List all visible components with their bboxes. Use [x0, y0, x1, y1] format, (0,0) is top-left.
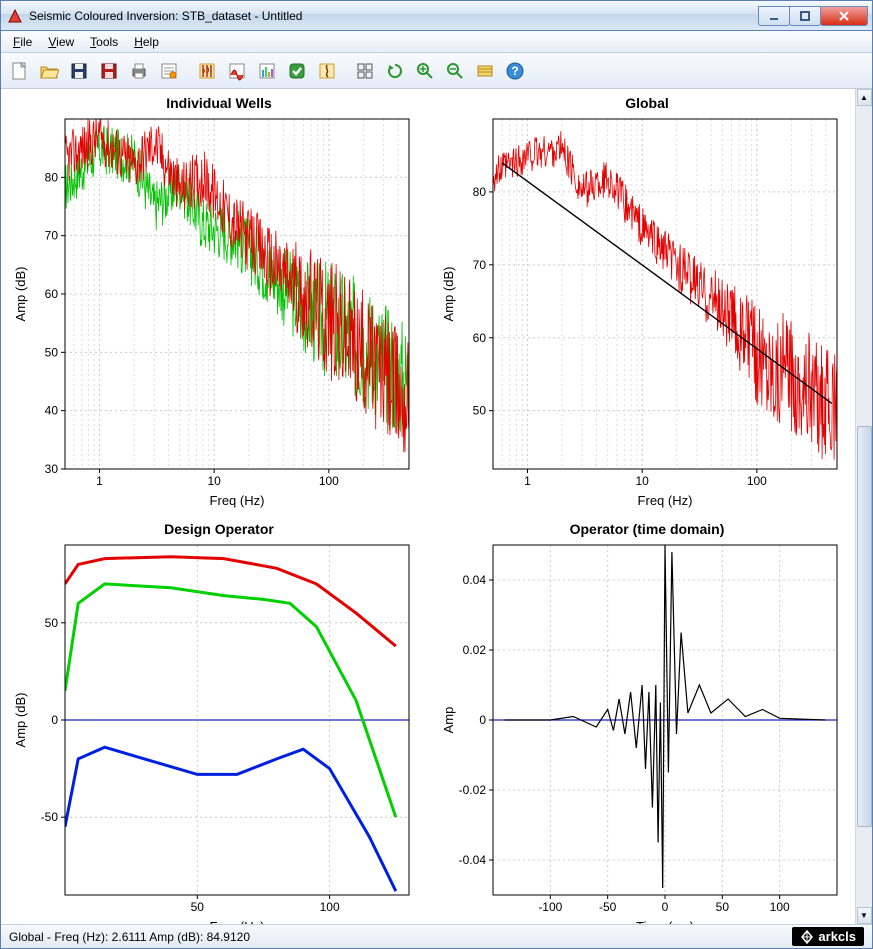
scroll-up-icon[interactable]: ▲: [857, 89, 872, 106]
refresh-button[interactable]: [381, 57, 409, 85]
close-button[interactable]: [820, 6, 868, 26]
svg-text:60: 60: [45, 287, 59, 301]
maximize-button[interactable]: [789, 6, 821, 26]
grid-view-button[interactable]: [351, 57, 379, 85]
chart-individual-wells: Individual Wells 30 40 50 60 70 80 1 10 100 Amp (d…: [11, 95, 427, 513]
menu-view[interactable]: View: [40, 33, 82, 51]
properties-button[interactable]: [155, 57, 183, 85]
svg-text:-100: -100: [538, 900, 562, 914]
svg-text:100: 100: [747, 474, 767, 488]
svg-text:1: 1: [96, 474, 103, 488]
open-file-button[interactable]: [35, 57, 63, 85]
svg-text:40: 40: [45, 404, 59, 418]
svg-text:Freq (Hz): Freq (Hz): [210, 493, 265, 508]
save-button[interactable]: [65, 57, 93, 85]
svg-text:0: 0: [662, 900, 669, 914]
statusbar: Global - Freq (Hz): 2.6111 Amp (dB): 84.…: [1, 924, 872, 948]
spectrum-button[interactable]: [223, 57, 251, 85]
scroll-down-icon[interactable]: ▼: [857, 907, 872, 924]
new-file-button[interactable]: [5, 57, 33, 85]
zoom-in-button[interactable]: [411, 57, 439, 85]
chart-design-operator: Design Operator -50 0 50 50 100 Amp (dB) Freq (…: [11, 521, 427, 924]
menubar: File View Tools Help: [1, 31, 872, 53]
svg-text:70: 70: [45, 229, 59, 243]
menu-tools[interactable]: Tools: [82, 33, 126, 51]
wells-button[interactable]: [193, 57, 221, 85]
print-button[interactable]: [125, 57, 153, 85]
svg-text:50: 50: [191, 900, 205, 914]
window-title: Seismic Coloured Inversion: STB_dataset …: [29, 9, 759, 23]
scroll-thumb[interactable]: [857, 426, 872, 827]
wavelet-button[interactable]: [313, 57, 341, 85]
app-icon: [7, 8, 23, 24]
chart-title: Individual Wells: [11, 95, 427, 111]
chart-operator-time: Operator (time domain) -0.04 -0.02 0 0.02 0.0…: [439, 521, 855, 924]
svg-text:100: 100: [320, 900, 340, 914]
svg-text:50: 50: [45, 616, 59, 630]
svg-text:-0.02: -0.02: [459, 783, 487, 797]
svg-text:Freq (Hz): Freq (Hz): [210, 919, 265, 924]
svg-text:Time (ms): Time (ms): [636, 919, 694, 924]
chart-title: Design Operator: [11, 521, 427, 537]
save-project-button[interactable]: [95, 57, 123, 85]
svg-text:30: 30: [45, 462, 59, 476]
svg-text:0.04: 0.04: [463, 573, 487, 587]
svg-text:-0.04: -0.04: [459, 853, 487, 867]
svg-text:?: ?: [511, 64, 518, 78]
help-button[interactable]: ?: [501, 57, 529, 85]
svg-text:10: 10: [208, 474, 222, 488]
content-area: Individual Wells304050607080110100Amp (d…: [1, 89, 872, 924]
validate-button[interactable]: [283, 57, 311, 85]
chart-global: Global 50 60 70 80 1 10 100 Amp (dB) Freq (Hz): [439, 95, 855, 513]
chart-title: Global: [439, 95, 855, 111]
svg-text:0.02: 0.02: [463, 643, 487, 657]
toolbar: ?: [1, 53, 872, 89]
svg-text:60: 60: [473, 331, 487, 345]
svg-text:100: 100: [770, 900, 790, 914]
minimize-button[interactable]: [758, 6, 790, 26]
titlebar: Seismic Coloured Inversion: STB_dataset …: [1, 1, 872, 31]
svg-text:80: 80: [473, 185, 487, 199]
status-text: Global - Freq (Hz): 2.6111 Amp (dB): 84.…: [9, 930, 250, 944]
svg-text:10: 10: [636, 474, 650, 488]
svg-text:Freq (Hz): Freq (Hz): [638, 493, 693, 508]
svg-text:50: 50: [716, 900, 730, 914]
vertical-scrollbar[interactable]: ▲ ▼: [855, 89, 872, 924]
brand-badge: arkcls: [792, 927, 864, 946]
svg-text:-50: -50: [41, 810, 59, 824]
zoom-out-button[interactable]: [441, 57, 469, 85]
svg-text:-50: -50: [599, 900, 617, 914]
svg-text:Amp (dB): Amp (dB): [13, 267, 28, 322]
svg-text:Amp (dB): Amp (dB): [441, 267, 456, 322]
svg-text:80: 80: [45, 170, 59, 184]
svg-text:1: 1: [524, 474, 531, 488]
svg-text:50: 50: [473, 404, 487, 418]
svg-text:0: 0: [479, 713, 486, 727]
svg-text:Amp (dB): Amp (dB): [13, 693, 28, 748]
menu-file[interactable]: File: [5, 33, 40, 51]
fit-button[interactable]: [471, 57, 499, 85]
svg-text:100: 100: [319, 474, 339, 488]
bars-button[interactable]: [253, 57, 281, 85]
chart-title: Operator (time domain): [439, 521, 855, 537]
svg-text:Amp: Amp: [441, 707, 456, 734]
svg-text:70: 70: [473, 258, 487, 272]
svg-text:50: 50: [45, 345, 59, 359]
menu-help[interactable]: Help: [126, 33, 167, 51]
svg-text:0: 0: [51, 713, 58, 727]
brand-icon: [800, 930, 814, 944]
